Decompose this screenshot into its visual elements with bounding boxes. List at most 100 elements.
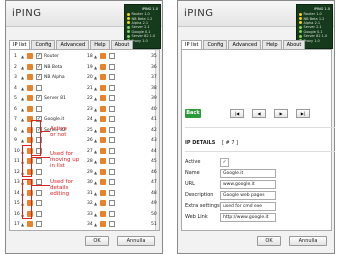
move-up-icon[interactable]: ▲ xyxy=(94,201,97,206)
move-up-icon[interactable]: ▲ xyxy=(94,96,97,101)
field-input[interactable]: Google web pages xyxy=(220,191,276,200)
move-up-icon[interactable]: ▲ xyxy=(94,159,97,164)
active-checkbox[interactable] xyxy=(109,147,115,154)
active-checkbox[interactable] xyxy=(109,179,115,185)
edit-details-icon[interactable] xyxy=(100,168,106,175)
active-checkbox[interactable] xyxy=(109,105,115,112)
edit-details-icon[interactable] xyxy=(100,221,106,227)
edit-details-icon[interactable] xyxy=(100,189,106,196)
active-checkbox[interactable] xyxy=(109,63,115,70)
edit-details-icon[interactable] xyxy=(100,147,106,154)
active-checkbox[interactable] xyxy=(36,189,42,196)
tab-config[interactable]: Config xyxy=(31,40,56,49)
move-up-icon[interactable]: ▲ xyxy=(94,180,97,185)
cancel-button[interactable]: Annulla xyxy=(117,236,155,246)
active-checkbox[interactable] xyxy=(109,168,115,175)
active-checkbox[interactable] xyxy=(109,116,115,122)
move-up-icon[interactable]: ▲ xyxy=(94,75,97,80)
active-checkbox[interactable] xyxy=(36,158,42,164)
active-checkbox[interactable] xyxy=(36,168,42,175)
active-checkbox[interactable] xyxy=(109,221,115,227)
active-checkbox[interactable] xyxy=(109,158,115,164)
move-up-icon[interactable]: ▲ xyxy=(94,170,97,175)
field-input[interactable]: used for cmd exe xyxy=(220,202,276,211)
active-checkbox[interactable] xyxy=(109,126,115,133)
active-checkbox[interactable] xyxy=(36,221,42,227)
move-up-icon[interactable]: ▲ xyxy=(21,75,24,80)
active-checkbox[interactable] xyxy=(36,105,42,112)
edit-details-icon[interactable] xyxy=(100,158,106,164)
edit-details-icon[interactable] xyxy=(100,179,106,185)
move-up-icon[interactable]: ▲ xyxy=(94,86,97,91)
edit-details-icon[interactable] xyxy=(100,210,106,217)
move-up-icon[interactable]: ▲ xyxy=(94,65,97,70)
move-up-icon[interactable]: ▲ xyxy=(94,107,97,112)
move-up-icon[interactable]: ▲ xyxy=(94,117,97,122)
edit-details-icon[interactable] xyxy=(100,84,106,91)
field-input[interactable]: Google.it xyxy=(220,169,276,178)
tab-about[interactable]: About xyxy=(110,40,134,49)
prev-icon[interactable]: ◀ xyxy=(252,109,266,118)
move-up-icon[interactable]: ▲ xyxy=(94,149,97,154)
active-checkbox[interactable]: ✓ xyxy=(36,53,42,59)
active-checkbox[interactable] xyxy=(109,200,115,206)
active-checkbox[interactable]: ✓ xyxy=(220,158,229,167)
edit-details-icon[interactable] xyxy=(100,116,106,122)
active-checkbox[interactable] xyxy=(109,95,115,101)
edit-details-icon[interactable] xyxy=(100,126,106,133)
edit-details-icon[interactable] xyxy=(100,53,106,59)
move-up-icon[interactable]: ▲ xyxy=(94,222,97,227)
edit-details-icon[interactable] xyxy=(100,105,106,112)
active-checkbox[interactable] xyxy=(109,137,115,143)
move-up-icon[interactable]: ▲ xyxy=(21,107,24,112)
back-button[interactable]: Back xyxy=(185,109,201,118)
move-up-icon[interactable]: ▲ xyxy=(21,54,24,59)
last-icon[interactable]: ▶| xyxy=(296,109,310,118)
edit-details-icon[interactable] xyxy=(27,84,33,91)
move-up-icon[interactable]: ▲ xyxy=(94,138,97,143)
active-checkbox[interactable]: ✓ xyxy=(36,63,42,70)
edit-details-icon[interactable] xyxy=(27,221,33,227)
move-up-icon[interactable]: ▲ xyxy=(94,128,97,133)
tab-config[interactable]: Config xyxy=(203,40,228,49)
move-up-icon[interactable]: ▲ xyxy=(21,138,24,143)
first-icon[interactable]: |◀ xyxy=(230,109,244,118)
tab-ip-list[interactable]: IP list xyxy=(9,40,31,49)
field-input[interactable]: http://www.google.it xyxy=(220,213,276,222)
edit-details-icon[interactable] xyxy=(27,105,33,112)
move-up-icon[interactable]: ▲ xyxy=(21,117,24,122)
active-checkbox[interactable]: ✓ xyxy=(36,95,42,101)
active-checkbox[interactable] xyxy=(109,189,115,196)
tab-ip-list[interactable]: IP list xyxy=(181,40,203,49)
edit-details-icon[interactable] xyxy=(27,63,33,70)
move-up-icon[interactable]: ▲ xyxy=(94,54,97,59)
active-checkbox[interactable] xyxy=(109,53,115,59)
active-checkbox[interactable] xyxy=(109,74,115,80)
active-checkbox[interactable] xyxy=(36,210,42,217)
move-up-icon[interactable]: ▲ xyxy=(21,128,24,133)
active-checkbox[interactable] xyxy=(36,84,42,91)
move-up-icon[interactable]: ▲ xyxy=(21,65,24,70)
move-up-icon[interactable]: ▲ xyxy=(94,191,97,196)
tab-advanced[interactable]: Advanced xyxy=(56,40,90,49)
field-input[interactable]: www.google.it xyxy=(220,180,276,189)
tab-help[interactable]: Help xyxy=(262,40,282,49)
edit-details-icon[interactable] xyxy=(27,53,33,59)
edit-details-icon[interactable] xyxy=(100,74,106,80)
edit-details-icon[interactable] xyxy=(27,95,33,101)
move-up-icon[interactable]: ▲ xyxy=(21,96,24,101)
ok-button[interactable]: OK xyxy=(257,236,281,246)
active-checkbox[interactable] xyxy=(109,210,115,217)
active-checkbox[interactable] xyxy=(109,84,115,91)
edit-details-icon[interactable] xyxy=(100,63,106,70)
ok-button[interactable]: OK xyxy=(85,236,109,246)
move-up-icon[interactable]: ▲ xyxy=(21,222,24,227)
edit-details-icon[interactable] xyxy=(100,95,106,101)
edit-details-icon[interactable] xyxy=(100,200,106,206)
move-up-icon[interactable]: ▲ xyxy=(21,86,24,91)
tab-advanced[interactable]: Advanced xyxy=(228,40,262,49)
edit-details-icon[interactable] xyxy=(27,74,33,80)
next-icon[interactable]: ▶ xyxy=(274,109,288,118)
tab-about[interactable]: About xyxy=(282,40,306,49)
active-checkbox[interactable] xyxy=(36,200,42,206)
